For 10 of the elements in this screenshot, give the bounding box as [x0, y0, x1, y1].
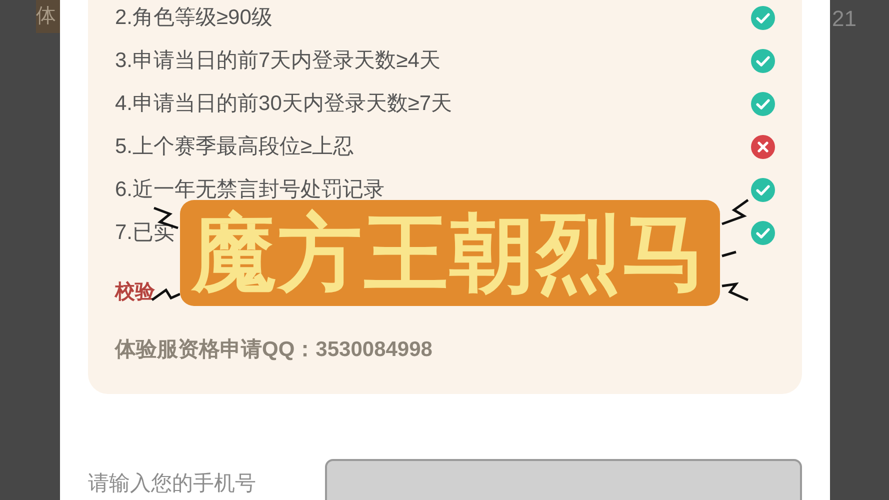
requirement-text: 3.申请当日的前7天内登录天数≥4天: [115, 48, 440, 74]
contact-text: 体验服资格申请QQ：3530084998: [115, 337, 434, 363]
background-badge: 体: [36, 0, 60, 33]
requirement-text: 6.近一年无禁言封号处罚记录: [115, 176, 385, 203]
requirement-text: 5.上个赛季最高段位≥上忍: [115, 134, 354, 160]
requirement-text: 2.角色等级≥90级: [115, 4, 272, 31]
result-label: 校验: [115, 280, 156, 305]
requirement-text: 4.申请当日的前30天内登录天数≥7天: [115, 90, 452, 117]
background-count: 21: [832, 5, 858, 33]
phone-label: 请输入您的手机号: [88, 471, 256, 498]
